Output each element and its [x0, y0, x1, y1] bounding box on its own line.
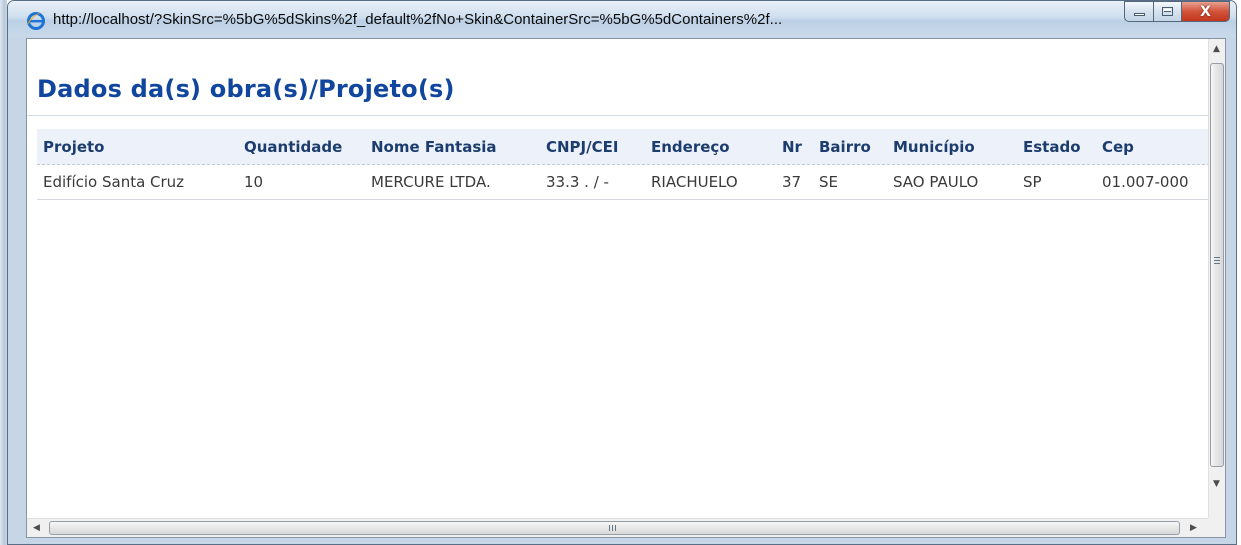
page-title: Dados da(s) obra(s)/Projeto(s) [37, 75, 455, 103]
close-icon: X [1200, 3, 1211, 20]
browser-popup-window: http://localhost/?SkinSrc=%5bG%5dSkins%2… [7, 0, 1237, 545]
title-divider [27, 115, 1210, 116]
column-header-nome-fantasia[interactable]: Nome Fantasia [371, 129, 497, 165]
column-header-bairro[interactable]: Bairro [819, 129, 871, 165]
table-row[interactable]: Edifício Santa Cruz 10 MERCURE LTDA. 33.… [37, 165, 1210, 200]
column-header-nr[interactable]: Nr [782, 129, 802, 165]
cell-nome-fantasia: MERCURE LTDA. [371, 173, 491, 191]
cell-quantidade: 10 [244, 173, 264, 191]
grip-icon [1214, 257, 1220, 264]
column-header-municipio[interactable]: Município [893, 129, 975, 165]
minimize-icon [1134, 13, 1145, 16]
cell-municipio: SAO PAULO [893, 173, 979, 191]
cell-estado: SP [1023, 173, 1042, 191]
cell-cep: 01.007-000 [1102, 173, 1189, 191]
arrow-left-icon[interactable]: ◀ [33, 523, 40, 533]
vertical-scrollbar[interactable]: ▲ ▼ [1208, 39, 1225, 520]
scrollbar-corner [1208, 518, 1225, 537]
close-button[interactable]: X [1182, 1, 1230, 22]
page-viewport: Dados da(s) obra(s)/Projeto(s) Projeto Q… [26, 38, 1226, 538]
column-header-cep[interactable]: Cep [1102, 129, 1134, 165]
column-header-cnpj-cei[interactable]: CNPJ/CEI [546, 129, 618, 165]
caption-buttons: X [1124, 1, 1230, 23]
column-header-estado[interactable]: Estado [1023, 129, 1081, 165]
column-header-endereco[interactable]: Endereço [651, 129, 730, 165]
column-header-quantidade[interactable]: Quantidade [244, 129, 342, 165]
background-window-edge [0, 0, 7, 545]
arrow-right-icon[interactable]: ▶ [1190, 523, 1197, 533]
internet-explorer-icon [27, 12, 45, 30]
maximize-icon [1162, 7, 1173, 16]
arrow-up-icon[interactable]: ▲ [1213, 44, 1220, 54]
horizontal-scroll-thumb[interactable] [49, 521, 1180, 535]
window-title: http://localhost/?SkinSrc=%5bG%5dSkins%2… [53, 11, 783, 28]
cell-endereco: RIACHUELO [651, 173, 738, 191]
title-bar[interactable]: http://localhost/?SkinSrc=%5bG%5dSkins%2… [8, 1, 1236, 37]
maximize-button[interactable] [1154, 1, 1182, 22]
column-header-projeto[interactable]: Projeto [43, 129, 105, 165]
cell-projeto: Edifício Santa Cruz [43, 173, 185, 191]
horizontal-scrollbar[interactable]: ◀ ▶ [27, 518, 1210, 537]
cell-cnpj-cei: 33.3 . / - [546, 173, 609, 191]
page-content: Dados da(s) obra(s)/Projeto(s) Projeto Q… [27, 39, 1210, 520]
minimize-button[interactable] [1124, 1, 1154, 22]
cell-nr: 37 [782, 173, 802, 191]
vertical-scroll-thumb[interactable] [1210, 63, 1224, 467]
arrow-down-icon[interactable]: ▼ [1213, 479, 1220, 489]
table-header-row: Projeto Quantidade Nome Fantasia CNPJ/CE… [37, 129, 1210, 165]
cell-bairro: SE [819, 173, 838, 191]
grip-icon [609, 525, 616, 531]
